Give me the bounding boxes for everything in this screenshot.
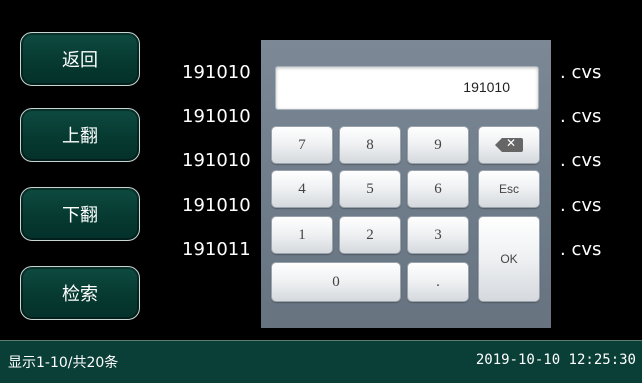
file-name: 191010	[182, 62, 251, 83]
file-extension: . cvs	[560, 106, 602, 127]
file-extension: . cvs	[560, 239, 602, 260]
key-2[interactable]: 2	[339, 216, 401, 254]
key-3[interactable]: 3	[407, 216, 469, 254]
key-8[interactable]: 8	[339, 126, 401, 164]
back-button[interactable]: 返回	[20, 32, 140, 86]
esc-key[interactable]: Esc	[478, 170, 540, 208]
status-bar: 显示1-10/共20条 2019-10-10 12:25:30	[0, 340, 642, 383]
key-7[interactable]: 7	[271, 126, 333, 164]
search-button[interactable]: 检索	[20, 266, 140, 320]
key-5[interactable]: 5	[339, 170, 401, 208]
file-extension: . cvs	[560, 150, 602, 171]
backspace-icon: ✕	[495, 136, 523, 152]
file-extension: . cvs	[560, 195, 602, 216]
key-decimal-point[interactable]: .	[407, 262, 469, 302]
datetime-text: 2019-10-10 12:25:30	[475, 352, 636, 368]
key-1[interactable]: 1	[271, 216, 333, 254]
file-name: 191010	[182, 195, 251, 216]
record-count-text: 显示1-10/共20条	[8, 355, 119, 371]
file-extension: . cvs	[560, 62, 602, 83]
backspace-key[interactable]: ✕	[478, 126, 540, 164]
page-down-button[interactable]: 下翻	[20, 187, 140, 241]
page-up-button[interactable]: 上翻	[20, 108, 140, 162]
keypad-display[interactable]: 191010	[275, 66, 539, 110]
key-6[interactable]: 6	[407, 170, 469, 208]
key-9[interactable]: 9	[407, 126, 469, 164]
numeric-keypad: 191010 7 8 9 ✕ 4 5 6 Esc 1 2 3 OK 0 .	[261, 40, 551, 328]
ok-key[interactable]: OK	[478, 216, 540, 302]
file-name: 191010	[182, 106, 251, 127]
key-0[interactable]: 0	[271, 262, 401, 302]
keypad-display-value: 191010	[463, 79, 510, 95]
key-4[interactable]: 4	[271, 170, 333, 208]
screen: 返回 上翻 下翻 检索 191010 . cvs 191010 . cvs 19…	[0, 0, 642, 383]
file-name: 191010	[182, 150, 251, 171]
file-name: 191011	[182, 239, 251, 260]
